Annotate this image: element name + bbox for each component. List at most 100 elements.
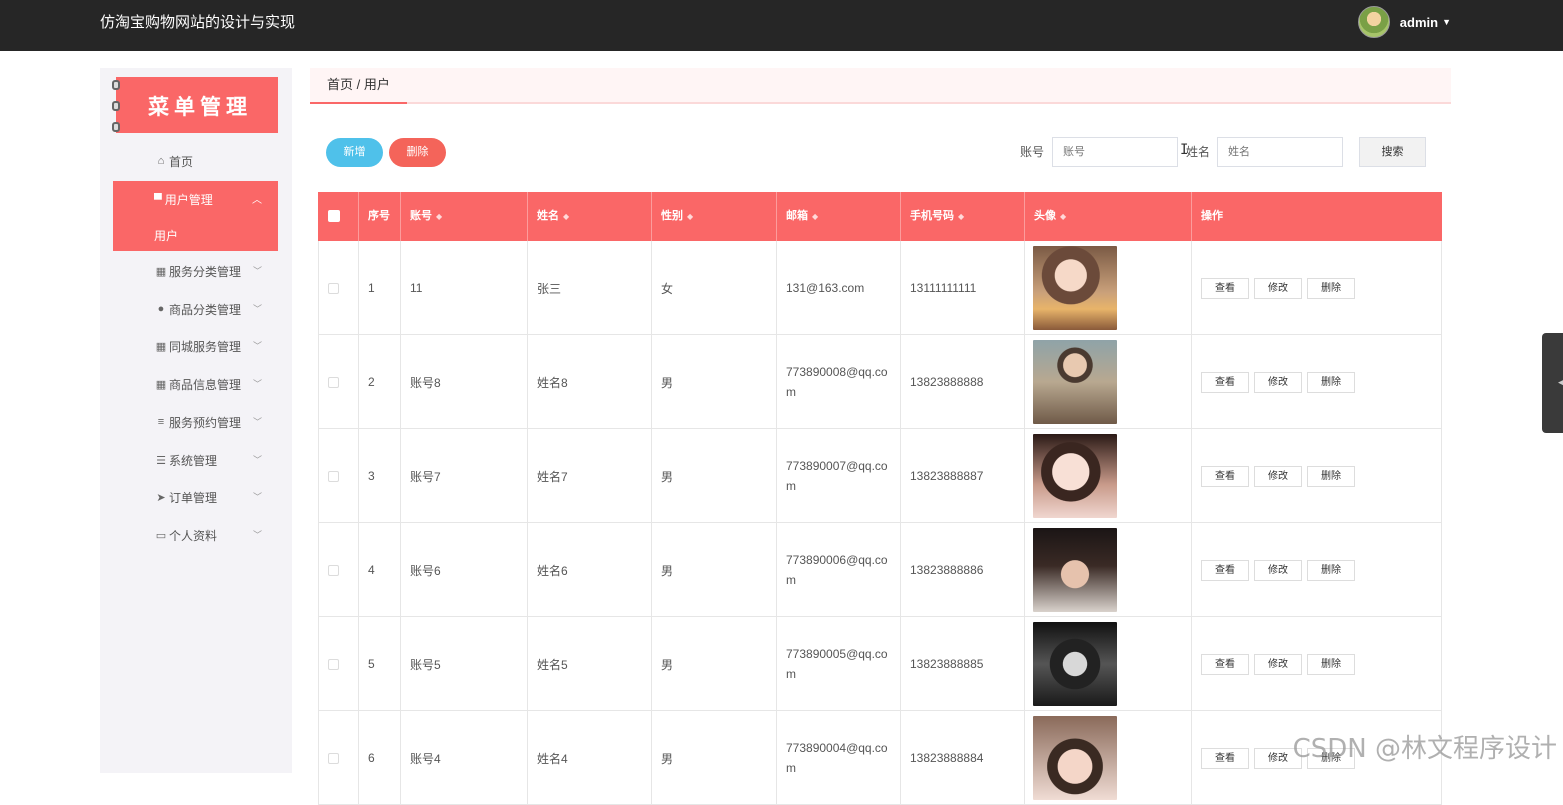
sort-icon: ◆ [687, 212, 693, 221]
chevron-up-icon[interactable]: ︿ [252, 191, 262, 206]
row-checkbox[interactable] [328, 753, 339, 764]
cell-account: 账号5 [401, 617, 528, 711]
avatar-cell [1025, 335, 1192, 429]
edit-button[interactable]: 修改 [1254, 278, 1302, 299]
cell-name: 姓名8 [528, 335, 652, 429]
list-icon: ≡ [154, 416, 168, 428]
row-checkbox[interactable] [328, 659, 339, 670]
view-button[interactable]: 查看 [1201, 372, 1249, 393]
table-row: 3账号7姓名7男773890007@qq.com13823888887查看修改删… [318, 429, 1442, 523]
search-button[interactable]: 搜索 [1359, 137, 1426, 167]
sort-icon: ◆ [958, 212, 964, 221]
row-checkbox[interactable] [328, 471, 339, 482]
header-cell-name[interactable]: 姓名◆ [528, 192, 652, 241]
sidebar-item-orders[interactable]: ➤ 订单管理 ﹀ [113, 483, 278, 511]
name-search-input[interactable] [1217, 137, 1343, 167]
sidebar-item-system[interactable]: ☰ 系统管理 ﹀ [113, 446, 278, 474]
avatar-photo [1033, 528, 1117, 612]
name-value: 姓名4 [537, 750, 568, 767]
avatar-cell [1025, 617, 1192, 711]
cell-email: 773890005@qq.com [777, 617, 901, 711]
row-select-cell [318, 241, 359, 335]
sidebar-item-user-management[interactable]: ▀ 用户管理 ︿ 用户 [113, 181, 278, 251]
row-delete-button[interactable]: 删除 [1307, 560, 1355, 581]
sort-icon: ◆ [1060, 212, 1066, 221]
email-value: 773890005@qq.com [786, 644, 892, 684]
view-button[interactable]: 查看 [1201, 654, 1249, 675]
sidebar-item-local-service[interactable]: ▦ 同城服务管理 ﹀ [113, 332, 278, 360]
row-delete-button[interactable]: 删除 [1307, 654, 1355, 675]
row-checkbox[interactable] [328, 377, 339, 388]
email-value: 773890008@qq.com [786, 362, 892, 402]
chevron-down-icon: ﹀ [253, 453, 262, 466]
phone-value: 13823888884 [910, 751, 983, 765]
sort-icon: ◆ [563, 212, 569, 221]
delete-button[interactable]: 删除 [389, 138, 446, 167]
send-icon: ➤ [154, 491, 168, 504]
view-button[interactable]: 查看 [1201, 560, 1249, 581]
email-value: 131@163.com [786, 278, 864, 298]
edit-button[interactable]: 修改 [1254, 560, 1302, 581]
sidebar-item-service-booking[interactable]: ≡ 服务预约管理 ﹀ [113, 408, 278, 436]
name-value: 姓名5 [537, 656, 568, 673]
cell-gender: 女 [652, 241, 777, 335]
row-checkbox[interactable] [328, 565, 339, 576]
row-checkbox[interactable] [328, 283, 339, 294]
row-delete-button[interactable]: 删除 [1307, 278, 1355, 299]
header-cell-gender[interactable]: 性别◆ [652, 192, 777, 241]
sidebar-item-label: 服务预约管理 [169, 414, 241, 431]
grid-icon: ▦ [154, 340, 168, 353]
caret-down-icon[interactable]: ▼ [1442, 17, 1451, 27]
edit-button[interactable]: 修改 [1254, 654, 1302, 675]
gender-value: 男 [661, 562, 673, 579]
monitor-icon: ▀ [154, 194, 162, 206]
account-search-input[interactable] [1052, 137, 1178, 167]
cell-gender: 男 [652, 429, 777, 523]
sidebar-item-service-category[interactable]: ▦ 服务分类管理 ﹀ [113, 257, 278, 285]
avatar-photo [1033, 434, 1117, 518]
menu-header-title: 菜单管理 [148, 91, 252, 121]
grid-icon: ▦ [154, 265, 168, 278]
sidebar-subitem-users[interactable]: 用户 [154, 227, 178, 244]
sidebar-item-product-info[interactable]: ▦ 商品信息管理 ﹀ [113, 370, 278, 398]
user-avatar[interactable] [1358, 6, 1390, 38]
cell-account: 账号4 [401, 711, 528, 805]
watermark: CSDN @林文程序设计 [1293, 728, 1557, 765]
row-delete-button[interactable]: 删除 [1307, 466, 1355, 487]
table-row: 111张三女131@163.com13111111111查看修改删除 [318, 241, 1442, 335]
gender-value: 男 [661, 750, 673, 767]
phone-value: 13823888888 [910, 375, 983, 389]
view-button[interactable]: 查看 [1201, 278, 1249, 299]
sidebar-item-profile[interactable]: ▭ 个人资料 ﹀ [113, 521, 278, 549]
user-menu[interactable]: admin ▼ [1358, 6, 1451, 38]
view-button[interactable]: 查看 [1201, 466, 1249, 487]
sort-icon: ◆ [436, 212, 442, 221]
email-value: 773890007@qq.com [786, 456, 892, 496]
cell-email: 131@163.com [777, 241, 901, 335]
side-drawer-handle[interactable]: ◀ [1542, 333, 1563, 433]
chevron-down-icon: ﹀ [253, 415, 262, 428]
view-button[interactable]: 查看 [1201, 748, 1249, 769]
username[interactable]: admin [1400, 15, 1438, 30]
row-delete-button[interactable]: 删除 [1307, 372, 1355, 393]
header-cell-avatar[interactable]: 头像◆ [1025, 192, 1192, 241]
breadcrumb-tab[interactable]: 首页 / 用户 [310, 68, 407, 104]
header-cell-phone[interactable]: 手机号码◆ [901, 192, 1025, 241]
cell-account: 11 [401, 241, 528, 335]
avatar-cell [1025, 523, 1192, 617]
avatar-photo [1033, 340, 1117, 424]
chevron-left-icon: ◀ [1558, 377, 1563, 388]
edit-button[interactable]: 修改 [1254, 466, 1302, 487]
cell-phone: 13823888886 [901, 523, 1025, 617]
cell-account: 账号6 [401, 523, 528, 617]
header-select-all[interactable] [318, 192, 359, 241]
edit-button[interactable]: 修改 [1254, 372, 1302, 393]
sidebar-item-product-category[interactable]: ● 商品分类管理 ﹀ [113, 295, 278, 323]
header-cell-account[interactable]: 账号◆ [401, 192, 528, 241]
home-icon: ⌂ [154, 155, 168, 167]
cell-no: 6 [359, 711, 401, 805]
add-button[interactable]: 新增 [326, 138, 383, 167]
sidebar-item-home[interactable]: ⌂ 首页 [113, 147, 278, 175]
header-cell-email[interactable]: 邮箱◆ [777, 192, 901, 241]
select-all-checkbox[interactable] [328, 210, 340, 222]
